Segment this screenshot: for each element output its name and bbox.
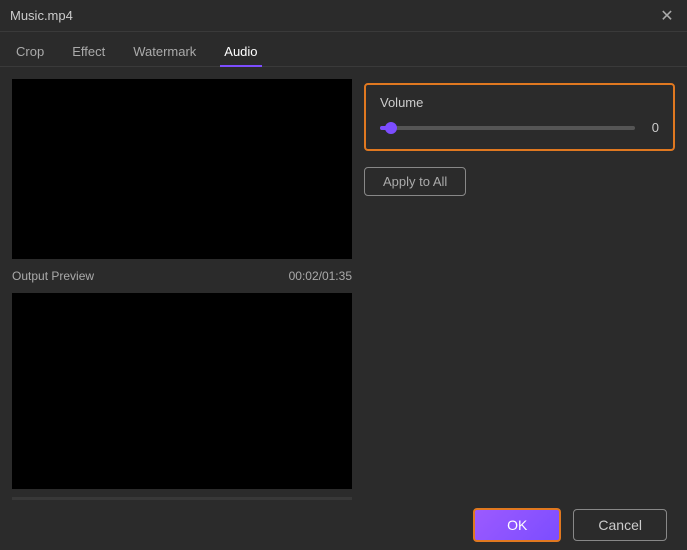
- output-preview-label: Output Preview: [12, 269, 94, 283]
- tab-bar: Crop Effect Watermark Audio: [0, 32, 687, 67]
- output-preview-row: Output Preview 00:02/01:35: [12, 267, 352, 285]
- cancel-button[interactable]: Cancel: [573, 509, 667, 541]
- volume-label: Volume: [380, 95, 659, 110]
- tab-watermark[interactable]: Watermark: [129, 38, 200, 67]
- volume-value: 0: [643, 120, 659, 135]
- volume-row: 0: [380, 120, 659, 135]
- window-title: Music.mp4: [10, 8, 73, 23]
- video-preview: [12, 79, 352, 259]
- main-content: Output Preview 00:02/01:35 ⏮ ▶ ⏭ Volume …: [0, 67, 687, 547]
- tab-crop[interactable]: Crop: [12, 38, 48, 67]
- volume-section: Volume 0: [364, 83, 675, 151]
- timestamp: 00:02/01:35: [289, 269, 352, 283]
- volume-slider-track[interactable]: [380, 126, 635, 130]
- right-panel: Volume 0 Apply to All: [364, 79, 675, 535]
- bottom-bar: OK Cancel: [0, 500, 687, 550]
- close-button[interactable]: ✕: [657, 6, 677, 26]
- left-panel: Output Preview 00:02/01:35 ⏮ ▶ ⏭: [12, 79, 352, 535]
- tab-effect[interactable]: Effect: [68, 38, 109, 67]
- apply-to-all-button[interactable]: Apply to All: [364, 167, 466, 196]
- title-bar: Music.mp4 ✕: [0, 0, 687, 32]
- output-video-preview: [12, 293, 352, 489]
- ok-button[interactable]: OK: [473, 508, 561, 542]
- tab-audio[interactable]: Audio: [220, 38, 261, 67]
- volume-slider-thumb[interactable]: [385, 122, 397, 134]
